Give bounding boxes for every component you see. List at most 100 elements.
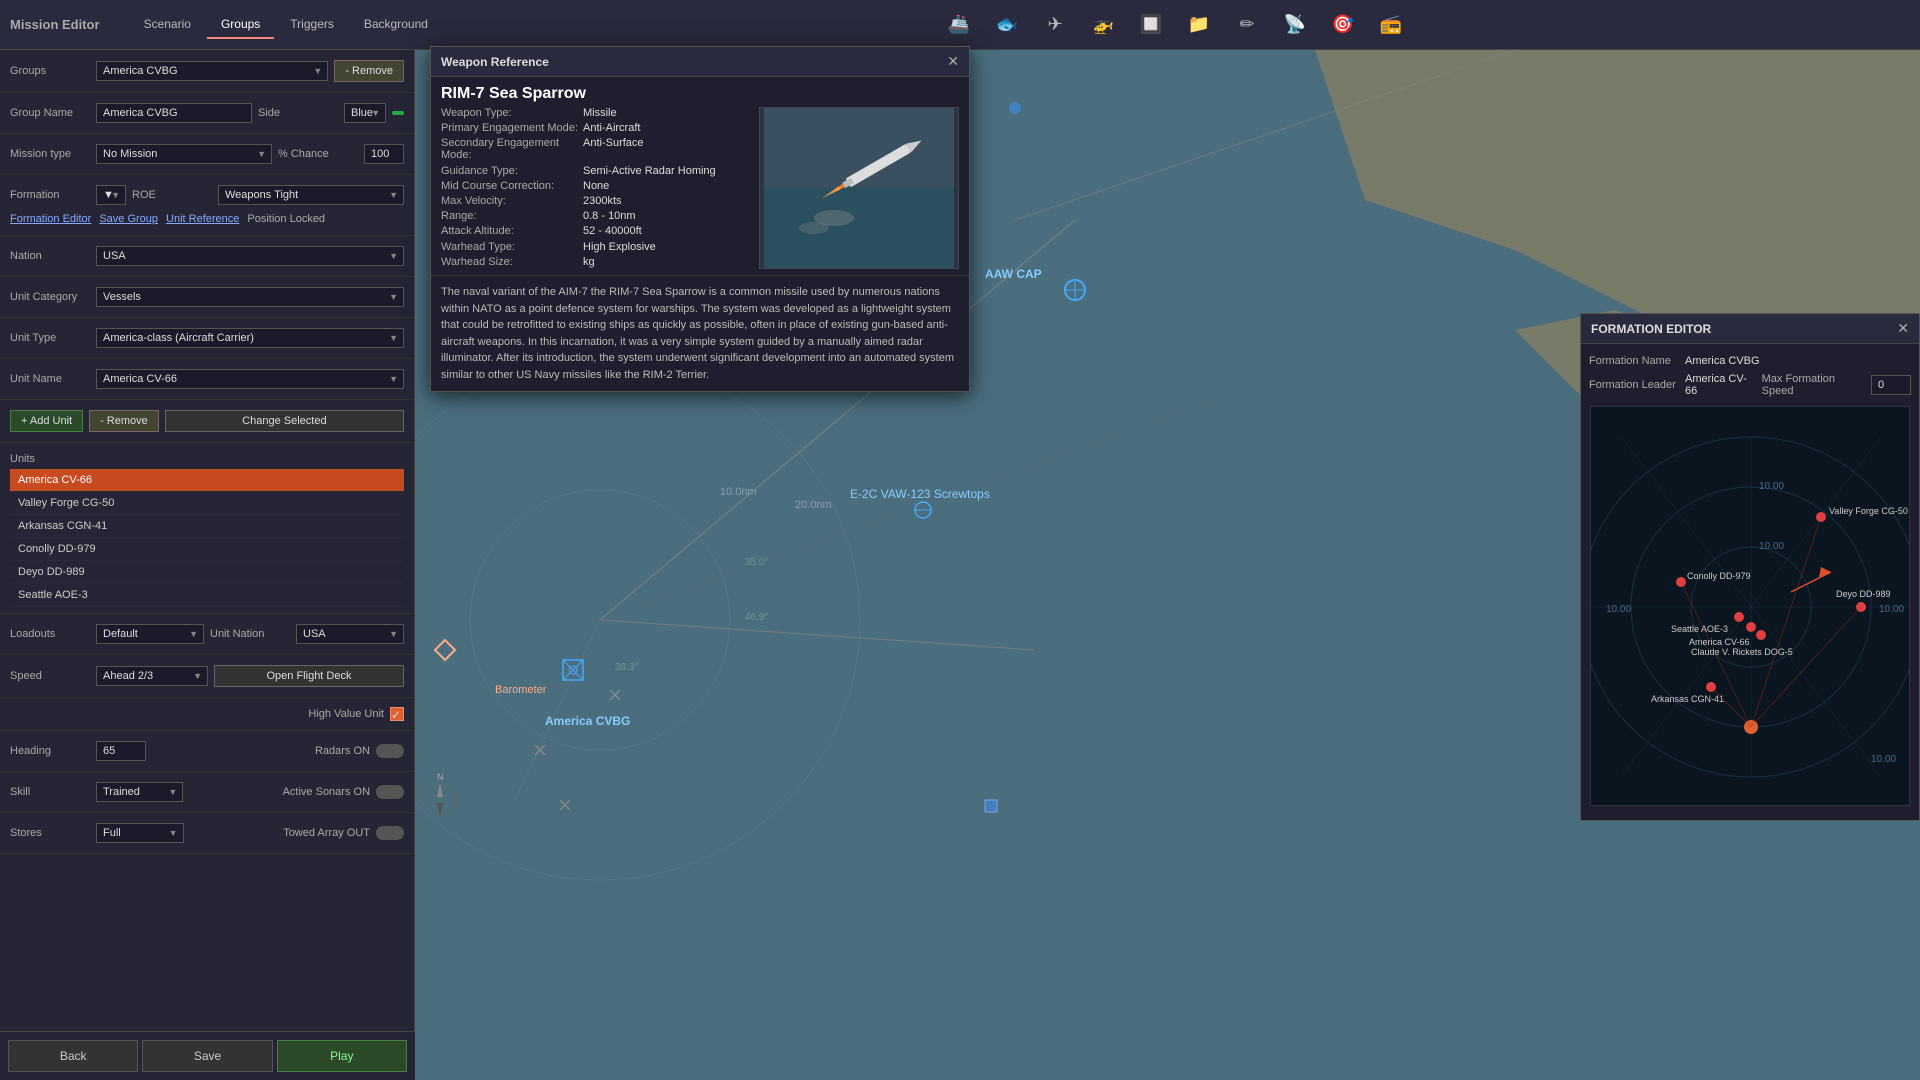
back-btn[interactable]: Back bbox=[8, 1040, 138, 1072]
heading-radars-section: Heading Radars ON bbox=[0, 731, 414, 772]
weapon-name: RIM-7 Sea Sparrow bbox=[431, 77, 969, 107]
unit-item-0[interactable]: America CV-66 bbox=[10, 469, 404, 492]
towed-array-toggle[interactable] bbox=[376, 826, 404, 840]
active-sonars-label: Active Sonars ON bbox=[283, 786, 370, 798]
tab-groups[interactable]: Groups bbox=[207, 11, 274, 39]
unit-name-select[interactable]: America CV-66 bbox=[96, 369, 404, 389]
loadouts-select[interactable]: Default bbox=[96, 624, 204, 644]
speed-select[interactable]: Ahead 2/3 bbox=[96, 666, 208, 686]
svg-text:38.3°: 38.3° bbox=[615, 662, 638, 673]
unit-item-4[interactable]: Deyo DD-989 bbox=[10, 561, 404, 584]
formation-editor-title: FORMATION EDITOR bbox=[1591, 322, 1711, 336]
formation-editor-dialog: FORMATION EDITOR ✕ Formation Name Americ… bbox=[1580, 313, 1920, 821]
unit-item-3[interactable]: Conolly DD-979 bbox=[10, 538, 404, 561]
remove-unit-btn[interactable]: - Remove bbox=[89, 410, 159, 432]
weapon-dialog-header[interactable]: Weapon Reference ✕ bbox=[431, 47, 969, 77]
unit-category-label: Unit Category bbox=[10, 291, 90, 303]
position-locked: Position Locked bbox=[247, 213, 325, 225]
weapon-content: Weapon Type: Missile Primary Engagement … bbox=[431, 107, 969, 275]
remove-group-btn[interactable]: - Remove bbox=[334, 60, 404, 82]
tool-edit[interactable]: ✏ bbox=[1227, 5, 1267, 45]
wf-2-key: Secondary Engagement Mode: bbox=[441, 137, 581, 162]
svg-text:E-2C VAW-123 Screwtops: E-2C VAW-123 Screwtops bbox=[850, 487, 990, 501]
tool-folder[interactable]: 📁 bbox=[1179, 5, 1219, 45]
wf-2-val: Anti-Surface bbox=[583, 137, 749, 162]
units-label: Units bbox=[10, 453, 90, 465]
weapon-image bbox=[759, 107, 959, 269]
high-value-checkbox[interactable]: ✓ bbox=[390, 707, 404, 721]
chance-input[interactable] bbox=[364, 144, 404, 164]
mission-type-select[interactable]: No Mission bbox=[96, 144, 272, 164]
tool-tank[interactable]: 🔲 bbox=[1131, 5, 1171, 45]
formation-select[interactable]: ▼ bbox=[96, 185, 126, 205]
unit-item-1[interactable]: Valley Forge CG-50 bbox=[10, 492, 404, 515]
wf-7-val: 52 - 40000ft bbox=[583, 225, 749, 238]
tool-helo[interactable]: 🚁 bbox=[1083, 5, 1123, 45]
groups-label: Groups bbox=[10, 65, 90, 77]
svg-text:Deyo DD-989: Deyo DD-989 bbox=[1836, 589, 1891, 599]
svg-text:10.00: 10.00 bbox=[1879, 604, 1904, 615]
active-sonars-toggle[interactable] bbox=[376, 785, 404, 799]
tab-bar: Scenario Groups Triggers Background Data bbox=[130, 11, 471, 39]
roe-select[interactable]: Weapons Tight bbox=[218, 185, 404, 205]
wf-4-val: None bbox=[583, 180, 749, 193]
groups-select[interactable]: America CVBG bbox=[96, 61, 328, 81]
weapon-dialog-title: Weapon Reference bbox=[441, 55, 549, 69]
stores-select[interactable]: Full bbox=[96, 823, 184, 843]
nation-section: Nation USA bbox=[0, 236, 414, 277]
formation-editor-link[interactable]: Formation Editor bbox=[10, 213, 91, 225]
group-name-input[interactable] bbox=[96, 103, 252, 123]
left-panel: Groups America CVBG - Remove Group Name … bbox=[0, 50, 415, 1080]
side-select[interactable]: Blue bbox=[344, 103, 386, 123]
save-group-link[interactable]: Save Group bbox=[99, 213, 158, 225]
nation-select[interactable]: USA bbox=[96, 246, 404, 266]
group-name-label: Group Name bbox=[10, 107, 90, 119]
wf-8-key: Warhead Type: bbox=[441, 241, 581, 254]
svg-text:Valley Forge CG-50: Valley Forge CG-50 bbox=[1829, 506, 1908, 516]
speed-section: Speed Ahead 2/3 Open Flight Deck bbox=[0, 655, 414, 698]
formation-header[interactable]: FORMATION EDITOR ✕ bbox=[1581, 314, 1919, 344]
add-unit-btn[interactable]: + Add Unit bbox=[10, 410, 83, 432]
chance-label: % Chance bbox=[278, 148, 358, 160]
tool-sub[interactable]: 🐟 bbox=[987, 5, 1027, 45]
unit-type-select[interactable]: America-class (Aircraft Carrier) bbox=[96, 328, 404, 348]
unit-item-2[interactable]: Arkansas CGN-41 bbox=[10, 515, 404, 538]
tool-ship[interactable]: 🚢 bbox=[939, 5, 979, 45]
play-btn[interactable]: Play bbox=[277, 1040, 407, 1072]
heading-input[interactable] bbox=[96, 741, 146, 761]
tab-scenario[interactable]: Scenario bbox=[130, 11, 205, 39]
tool-radio[interactable]: 📻 bbox=[1371, 5, 1411, 45]
weapon-info: Weapon Type: Missile Primary Engagement … bbox=[441, 107, 749, 269]
formation-leader-row: Formation Leader America CV-66 Max Forma… bbox=[1589, 370, 1911, 400]
change-selected-btn[interactable]: Change Selected bbox=[165, 410, 404, 432]
max-speed-input[interactable] bbox=[1871, 375, 1911, 395]
unit-category-select[interactable]: Vessels bbox=[96, 287, 404, 307]
unit-nation-select[interactable]: USA bbox=[296, 624, 404, 644]
skill-select[interactable]: Trained bbox=[96, 782, 183, 802]
wf-1-key: Primary Engagement Mode: bbox=[441, 122, 581, 135]
unit-name-label: Unit Name bbox=[10, 373, 90, 385]
formation-name-value: America CVBG bbox=[1685, 355, 1760, 367]
formation-editor-close[interactable]: ✕ bbox=[1897, 320, 1909, 337]
svg-text:Barometer: Barometer bbox=[495, 684, 547, 696]
wf-0-key: Weapon Type: bbox=[441, 107, 581, 120]
unit-reference-link[interactable]: Unit Reference bbox=[166, 213, 239, 225]
formation-chart: 10.00 10.00 10.00 10.00 10.00 Valley For… bbox=[1590, 406, 1910, 806]
tool-laser[interactable]: 📡 bbox=[1275, 5, 1315, 45]
tool-missile[interactable]: 🎯 bbox=[1323, 5, 1363, 45]
svg-text:10.00: 10.00 bbox=[1759, 541, 1784, 552]
map-toolbar: 🚢 🐟 ✈ 🚁 🔲 📁 ✏ 📡 🎯 📻 bbox=[430, 0, 1920, 50]
unit-item-5[interactable]: Seattle AOE-3 bbox=[10, 584, 404, 607]
tab-triggers[interactable]: Triggers bbox=[276, 11, 348, 39]
groups-section: Groups America CVBG - Remove bbox=[0, 50, 414, 93]
units-list: America CV-66 Valley Forge CG-50 Arkansa… bbox=[10, 469, 404, 607]
wf-9-key: Warhead Size: bbox=[441, 256, 581, 269]
tool-plane[interactable]: ✈ bbox=[1035, 5, 1075, 45]
open-flight-deck-btn[interactable]: Open Flight Deck bbox=[214, 665, 404, 687]
save-btn[interactable]: Save bbox=[142, 1040, 272, 1072]
svg-text:10.0nm: 10.0nm bbox=[720, 486, 757, 498]
svg-text:Arkansas CGN-41: Arkansas CGN-41 bbox=[1651, 694, 1724, 704]
radars-on-toggle[interactable] bbox=[376, 744, 404, 758]
weapon-dialog-close[interactable]: ✕ bbox=[947, 53, 959, 70]
svg-text:10.00: 10.00 bbox=[1871, 754, 1896, 765]
